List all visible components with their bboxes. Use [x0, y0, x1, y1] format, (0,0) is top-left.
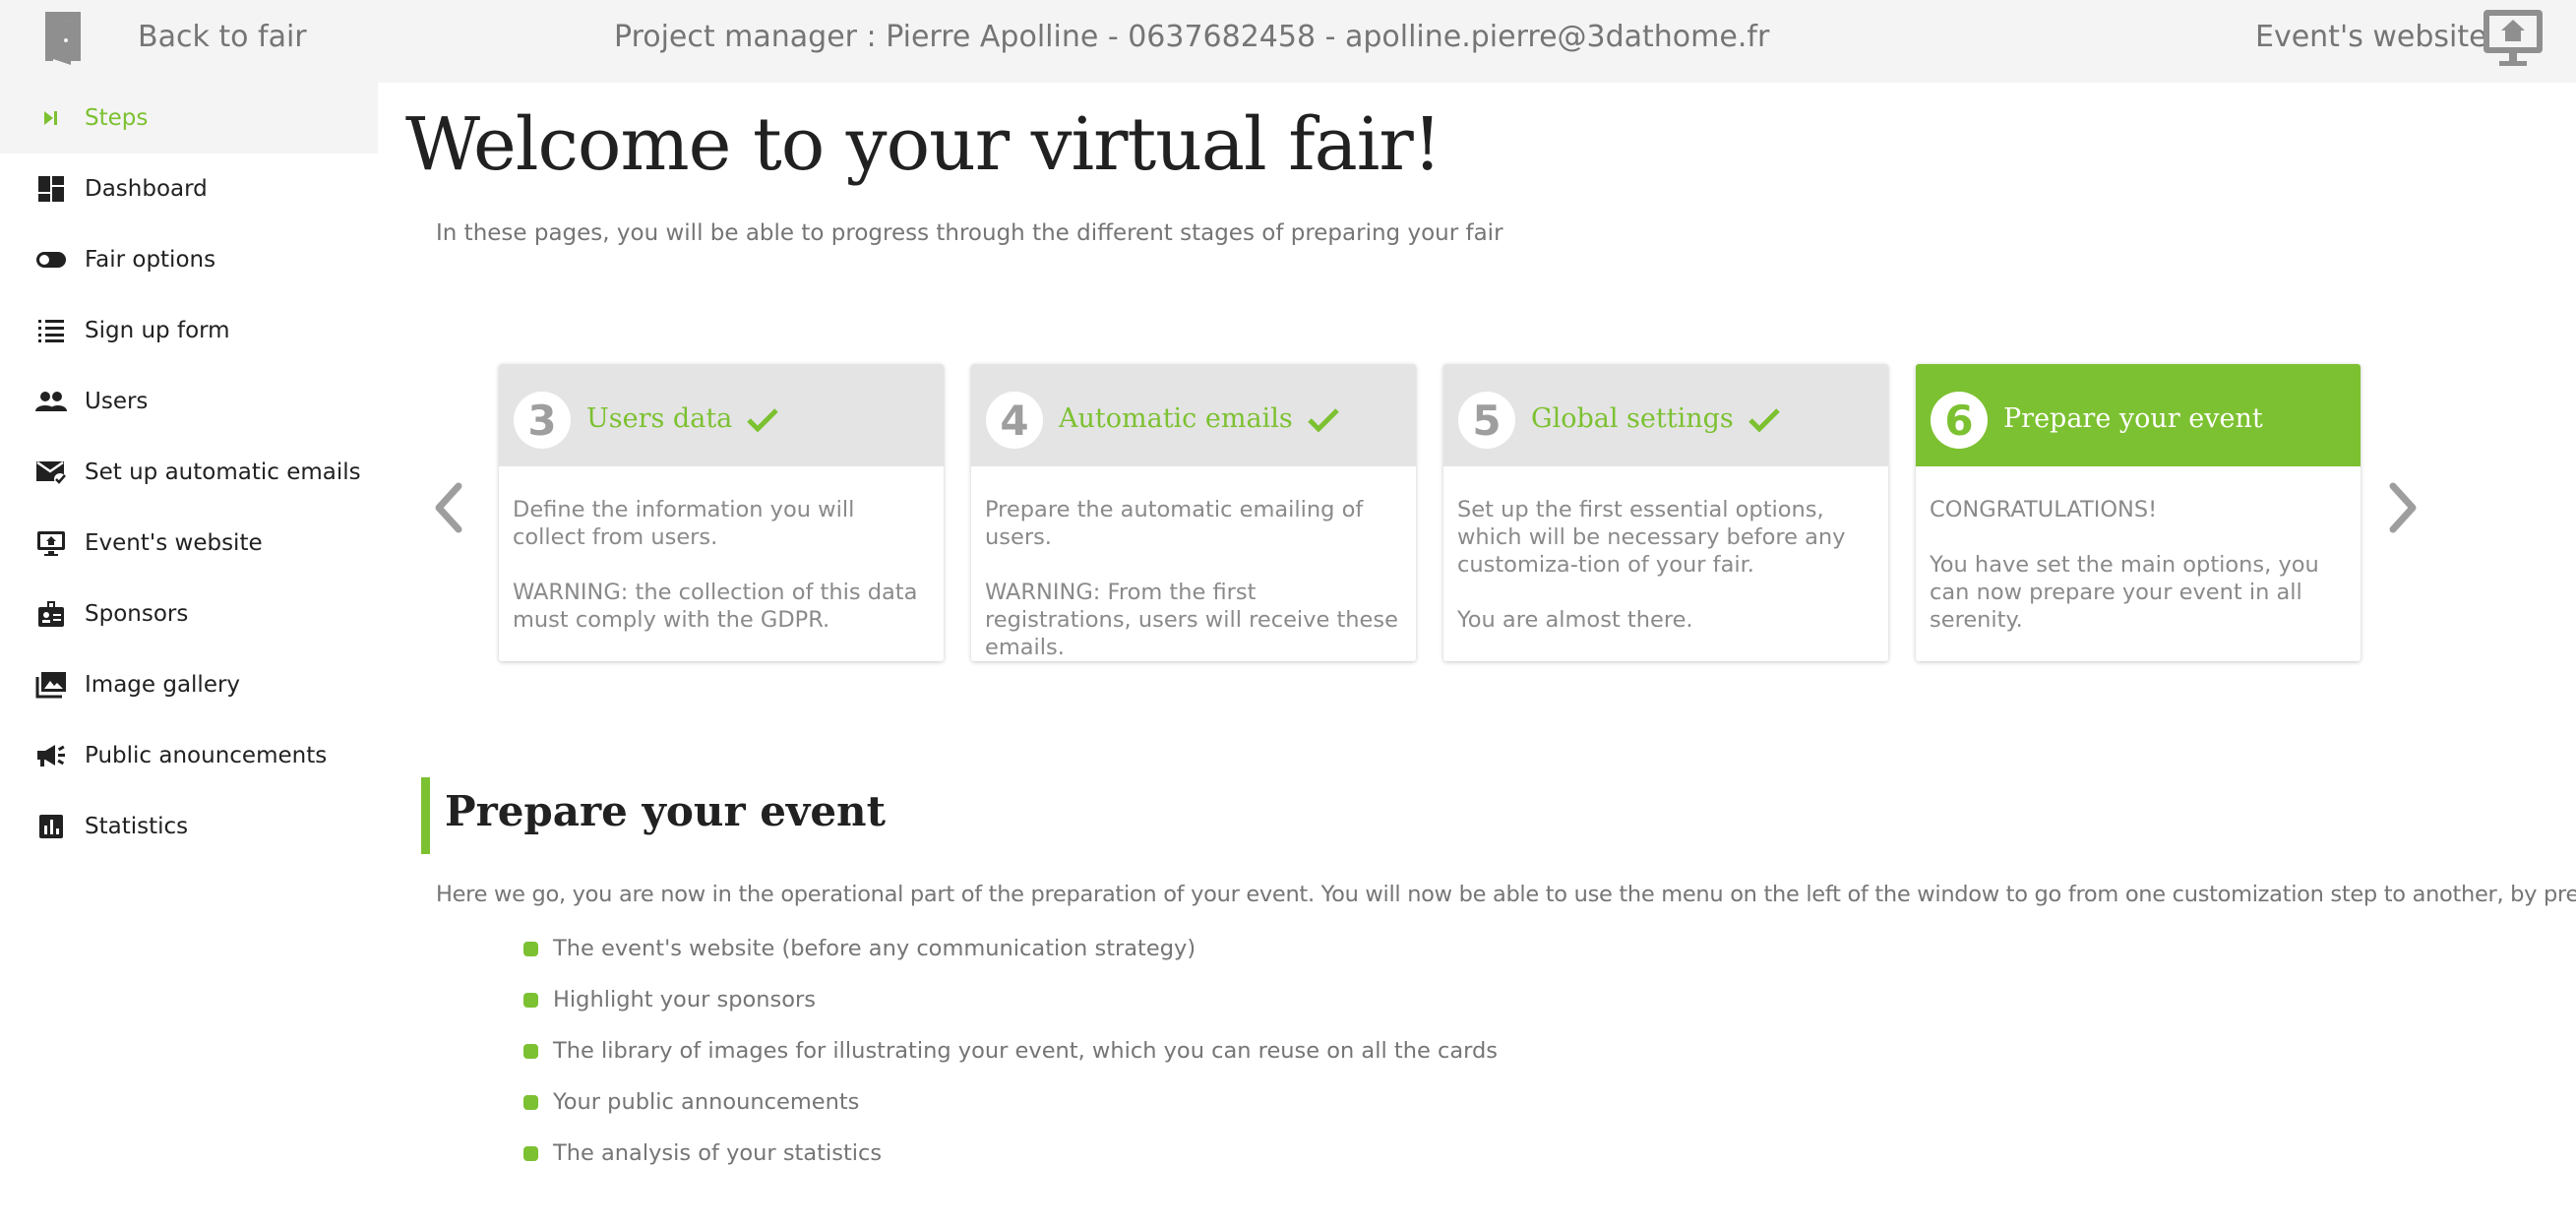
- list-item: The event's website (before any communic…: [523, 929, 1498, 980]
- page-title: Welcome to your virtual fair!: [405, 102, 1442, 187]
- step-title-wrapper: Users data: [586, 399, 779, 439]
- chevron-left-icon[interactable]: [429, 478, 468, 537]
- chevron-right-icon[interactable]: [2383, 478, 2423, 537]
- sidebar-item-users[interactable]: Users: [0, 366, 378, 437]
- sidebar-item-steps[interactable]: Steps: [0, 83, 378, 153]
- list-icon: [33, 313, 69, 348]
- sidebar-item-label: Fair options: [85, 247, 216, 273]
- step-card-global-settings[interactable]: 5 Global settings Set up the first essen…: [1443, 364, 1888, 661]
- step-paragraph: Prepare the automatic emailing of users.: [985, 497, 1364, 550]
- step-card-prepare-event[interactable]: 6 Prepare your event CONGRATULATIONS! Yo…: [1916, 364, 2361, 661]
- step-card-automatic-emails[interactable]: 4 Automatic emails Prepare the automatic…: [971, 364, 1416, 661]
- sidebar-item-label: Event's website: [85, 530, 263, 556]
- checkmark-icon: [1748, 407, 1780, 433]
- step-number: 3: [514, 392, 571, 449]
- step-card-users-data[interactable]: 3 Users data Define the information you …: [499, 364, 944, 661]
- events-website-link[interactable]: Event's website: [2255, 18, 2487, 57]
- sidebar-item-label: Steps: [85, 105, 149, 131]
- step-number: 5: [1458, 392, 1515, 449]
- step-paragraph: CONGRATULATIONS!: [1930, 497, 2158, 522]
- step-card-header: 5 Global settings: [1443, 364, 1888, 466]
- list-item: The library of images for illustrating y…: [523, 1031, 1498, 1082]
- sidebar-item-label: Dashboard: [85, 176, 208, 202]
- bullet-icon: [523, 993, 538, 1008]
- list-item-label: The event's website (before any communic…: [553, 936, 1196, 961]
- toggle-icon: [33, 242, 69, 277]
- sidebar-item-events-website[interactable]: Event's website: [0, 508, 378, 579]
- step-title: Users data: [586, 403, 733, 434]
- step-description: CONGRATULATIONS! You have set the main o…: [1916, 466, 2361, 634]
- sidebar-item-label: Users: [85, 389, 149, 414]
- checkmark-icon: [747, 407, 779, 433]
- sidebar-item-label: Public anouncements: [85, 743, 328, 768]
- list-item-label: The analysis of your statistics: [553, 1140, 883, 1166]
- sidebar-item-image-gallery[interactable]: Image gallery: [0, 649, 378, 720]
- photo-library-icon: [33, 667, 69, 703]
- section-title: Prepare your event: [445, 787, 886, 835]
- monitor-home-icon[interactable]: [2480, 6, 2546, 71]
- step-title-wrapper: Automatic emails: [1059, 399, 1340, 439]
- step-title: Automatic emails: [1059, 403, 1293, 434]
- bullet-icon: [523, 1044, 538, 1059]
- step-number: 4: [986, 392, 1043, 449]
- preparation-list: The event's website (before any communic…: [523, 929, 1498, 1185]
- sidebar: Steps Dashboard Fair options Sign up for…: [0, 83, 378, 1226]
- step-number: 6: [1931, 392, 1988, 449]
- list-item-label: Highlight your sponsors: [553, 987, 816, 1012]
- step-card-header: 6 Prepare your event: [1916, 364, 2361, 466]
- dashboard-icon: [33, 171, 69, 207]
- sidebar-item-label: Statistics: [85, 814, 189, 839]
- sidebar-item-statistics[interactable]: Statistics: [0, 791, 378, 862]
- section-intro: Here we go, you are now in the operation…: [436, 882, 2576, 907]
- megaphone-icon: [33, 738, 69, 773]
- step-title-wrapper: Global settings: [1531, 399, 1781, 439]
- list-item: Highlight your sponsors: [523, 980, 1498, 1031]
- list-item-label: Your public announcements: [553, 1089, 860, 1115]
- badge-icon: [33, 596, 69, 632]
- bullet-icon: [523, 942, 538, 956]
- step-description: Prepare the automatic emailing of users.…: [971, 466, 1416, 661]
- step-paragraph: Set up the first essential options, whic…: [1457, 497, 1846, 578]
- sidebar-item-label: Image gallery: [85, 672, 241, 698]
- sidebar-item-dashboard[interactable]: Dashboard: [0, 153, 378, 224]
- sidebar-item-label: Set up automatic emails: [85, 460, 361, 485]
- step-paragraph: Define the information you will collect …: [513, 497, 855, 550]
- step-paragraph: WARNING: From the first registrations, u…: [985, 580, 1398, 660]
- sidebar-item-sponsors[interactable]: Sponsors: [0, 579, 378, 649]
- step-description: Set up the first essential options, whic…: [1443, 466, 1888, 634]
- checkmark-icon: [1307, 407, 1339, 433]
- section-accent-bar: [421, 777, 430, 854]
- mail-check-icon: [33, 455, 69, 490]
- door-exit-icon[interactable]: [41, 8, 96, 65]
- step-description: Define the information you will collect …: [499, 466, 944, 634]
- sidebar-item-label: Sign up form: [85, 318, 230, 343]
- bullet-icon: [523, 1146, 538, 1161]
- step-title: Prepare your event: [2003, 403, 2263, 434]
- sidebar-item-automatic-emails[interactable]: Set up automatic emails: [0, 437, 378, 508]
- step-paragraph: You have set the main options, you can n…: [1930, 552, 2319, 633]
- skip-next-icon: [33, 100, 69, 136]
- back-to-fair-link[interactable]: Back to fair: [138, 18, 307, 57]
- list-item: The analysis of your statistics: [523, 1134, 1498, 1185]
- list-item-label: The library of images for illustrating y…: [553, 1038, 1498, 1064]
- bar-chart-icon: [33, 809, 69, 844]
- people-icon: [33, 384, 69, 419]
- page-subtitle: In these pages, you will be able to prog…: [436, 220, 1503, 246]
- project-manager-info: Project manager : Pierre Apolline - 0637…: [614, 20, 1770, 54]
- sidebar-item-fair-options[interactable]: Fair options: [0, 224, 378, 295]
- sidebar-item-public-anouncements[interactable]: Public anouncements: [0, 720, 378, 791]
- top-bar: Back to fair Project manager : Pierre Ap…: [0, 0, 2576, 83]
- step-paragraph: You are almost there.: [1457, 607, 1693, 633]
- list-item: Your public announcements: [523, 1082, 1498, 1134]
- monitor-icon: [33, 525, 69, 561]
- step-paragraph: WARNING: the collection of this data mus…: [513, 580, 918, 633]
- sidebar-item-label: Sponsors: [85, 601, 189, 627]
- bullet-icon: [523, 1095, 538, 1110]
- step-card-header: 4 Automatic emails: [971, 364, 1416, 466]
- step-card-header: 3 Users data: [499, 364, 944, 466]
- sidebar-item-sign-up-form[interactable]: Sign up form: [0, 295, 378, 366]
- step-title: Global settings: [1531, 403, 1734, 434]
